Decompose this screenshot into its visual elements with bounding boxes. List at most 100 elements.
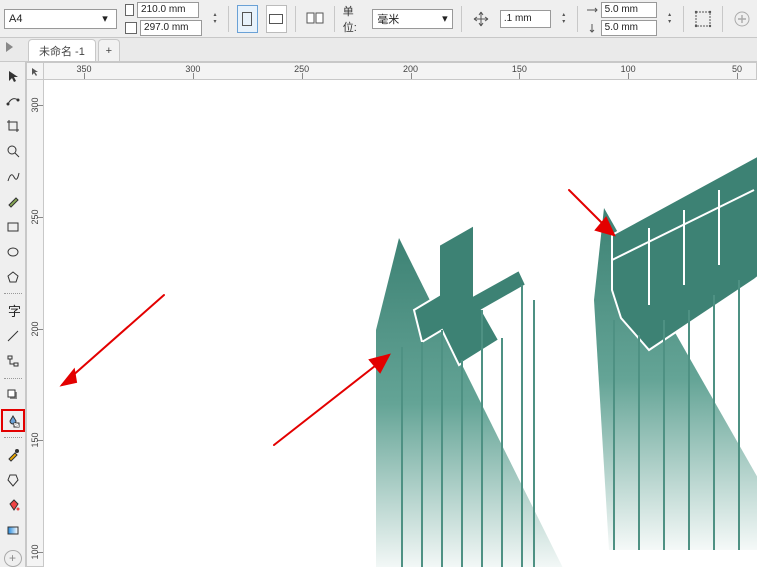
nudge-value: .1 mm xyxy=(504,13,532,24)
plus-icon: + xyxy=(106,45,112,57)
eyedropper-tool-icon xyxy=(6,448,20,462)
plus-icon: + xyxy=(9,551,16,565)
spinner-down-icon[interactable]: ▾ xyxy=(665,19,675,26)
spinner-up-icon[interactable]: ▴ xyxy=(559,12,569,19)
page-height-input[interactable]: 297.0 mm xyxy=(140,20,202,36)
page-width-input[interactable]: 210.0 mm xyxy=(137,2,199,18)
svg-text:字: 字 xyxy=(8,304,20,318)
shape-tool[interactable] xyxy=(3,91,23,110)
polygon-tool-icon xyxy=(6,270,20,284)
dup-x-input[interactable]: 5.0 mm xyxy=(601,2,657,18)
ellipse-tool[interactable] xyxy=(3,242,23,261)
dropdown-icon: ▾ xyxy=(98,12,112,25)
freehand-tool[interactable] xyxy=(3,167,23,186)
unit-label: 单位: xyxy=(343,3,365,35)
ellipse-tool-icon xyxy=(6,245,20,259)
ruler-label: 100 xyxy=(30,544,40,559)
horizontal-ruler[interactable]: 35030025020015010050 xyxy=(44,62,757,80)
spinner-up-icon[interactable]: ▴ xyxy=(665,12,675,19)
height-icon xyxy=(125,22,137,34)
portrait-button[interactable] xyxy=(237,5,258,33)
spinner-up-icon[interactable]: ▴ xyxy=(210,12,220,19)
duplicate-distance: 5.0 mm 5.0 mm xyxy=(586,2,657,36)
portrait-icon xyxy=(242,12,252,26)
dimension-tool[interactable] xyxy=(3,352,23,371)
spinner-down-icon[interactable]: ▾ xyxy=(559,19,569,26)
rectangle-tool-icon xyxy=(6,220,20,234)
unit-select[interactable]: 毫米 ▾ xyxy=(372,9,452,29)
pick-tool-icon xyxy=(6,69,20,83)
work-area: 字 + xyxy=(0,62,757,567)
document-tabs: 未命名 -1 + xyxy=(0,38,757,62)
zoom-tool-icon xyxy=(6,144,20,158)
spinner-down-icon[interactable]: ▾ xyxy=(210,19,220,26)
ruler-label: 250 xyxy=(294,64,309,74)
landscape-button[interactable] xyxy=(266,5,287,33)
ruler-label: 150 xyxy=(512,64,527,74)
artistic-media-tool[interactable] xyxy=(3,192,23,211)
nudge-input[interactable]: .1 mm xyxy=(500,10,551,28)
zoom-tool[interactable] xyxy=(3,141,23,160)
nudge-spinner[interactable]: ▴ ▾ xyxy=(559,12,569,26)
ruler-label: 200 xyxy=(403,64,418,74)
dup-spinner[interactable]: ▴ ▾ xyxy=(665,12,675,26)
canvas-area: 35030025020015010050 300250200150100 xyxy=(26,62,757,567)
rectangle-tool[interactable] xyxy=(3,217,23,236)
page-dimensions: 210.0 mm 297.0 mm xyxy=(125,2,202,36)
interactive-fill-tool[interactable] xyxy=(3,521,23,540)
fill-tool-icon xyxy=(6,498,20,512)
parallel-dimension-tool-icon xyxy=(6,329,20,343)
outline-pen-tool-icon xyxy=(6,473,20,487)
text-tool[interactable]: 字 xyxy=(3,301,23,320)
artwork xyxy=(44,80,757,567)
ruler-label: 150 xyxy=(30,433,40,448)
treat-as-filled-button[interactable] xyxy=(692,6,714,32)
ruler-label: 100 xyxy=(621,64,636,74)
ruler-label: 250 xyxy=(30,209,40,224)
separator xyxy=(722,6,723,32)
add-tab-button[interactable]: + xyxy=(98,39,120,61)
separator xyxy=(228,6,229,32)
polygon-tool[interactable] xyxy=(3,267,23,286)
connector-tool-icon xyxy=(6,354,20,368)
shape-tool-icon xyxy=(6,94,20,108)
page-size-select[interactable]: A4 ▾ xyxy=(4,9,117,29)
page-height-value: 297.0 mm xyxy=(144,22,188,33)
cursor-icon xyxy=(30,66,40,76)
document-tab[interactable]: 未命名 -1 xyxy=(28,39,96,61)
drop-shadow-tool[interactable] xyxy=(3,386,23,405)
all-pages-button[interactable] xyxy=(304,6,326,32)
ruler-origin[interactable] xyxy=(26,62,44,80)
table-tool[interactable] xyxy=(3,327,23,346)
nudge-button[interactable] xyxy=(470,6,492,32)
options-plus-button[interactable] xyxy=(731,6,753,32)
property-bar: A4 ▾ 210.0 mm 297.0 mm ▴ ▾ xyxy=(0,0,757,38)
separator xyxy=(683,6,684,32)
dup-y-value: 5.0 mm xyxy=(605,22,638,33)
unit-value: 毫米 xyxy=(377,11,399,27)
dup-x-icon xyxy=(586,5,598,15)
crop-tool[interactable] xyxy=(3,116,23,135)
pick-tool[interactable] xyxy=(3,66,23,85)
toolbox: 字 + xyxy=(0,62,26,567)
nudge-icon xyxy=(473,11,489,27)
document-tab-label: 未命名 -1 xyxy=(39,43,85,59)
dimension-spinner[interactable]: ▴ ▾ xyxy=(210,12,220,26)
dup-y-input[interactable]: 5.0 mm xyxy=(601,20,657,36)
customize-toolbox-button[interactable]: + xyxy=(4,550,22,567)
landscape-icon xyxy=(269,14,283,24)
drawing-canvas[interactable] xyxy=(44,80,757,567)
toolbox-separator xyxy=(4,378,22,379)
separator xyxy=(334,6,335,32)
ruler-label: 350 xyxy=(76,64,91,74)
transparency-tool-icon xyxy=(6,414,20,428)
transparency-tool[interactable] xyxy=(3,411,23,430)
text-tool-icon: 字 xyxy=(6,304,20,318)
separator xyxy=(295,6,296,32)
eyedropper-tool[interactable] xyxy=(3,445,23,464)
outline-tool[interactable] xyxy=(3,470,23,489)
dup-y-icon xyxy=(586,23,598,33)
vertical-ruler[interactable]: 300250200150100 xyxy=(26,80,44,567)
width-icon xyxy=(125,4,134,16)
fill-tool[interactable] xyxy=(3,496,23,515)
